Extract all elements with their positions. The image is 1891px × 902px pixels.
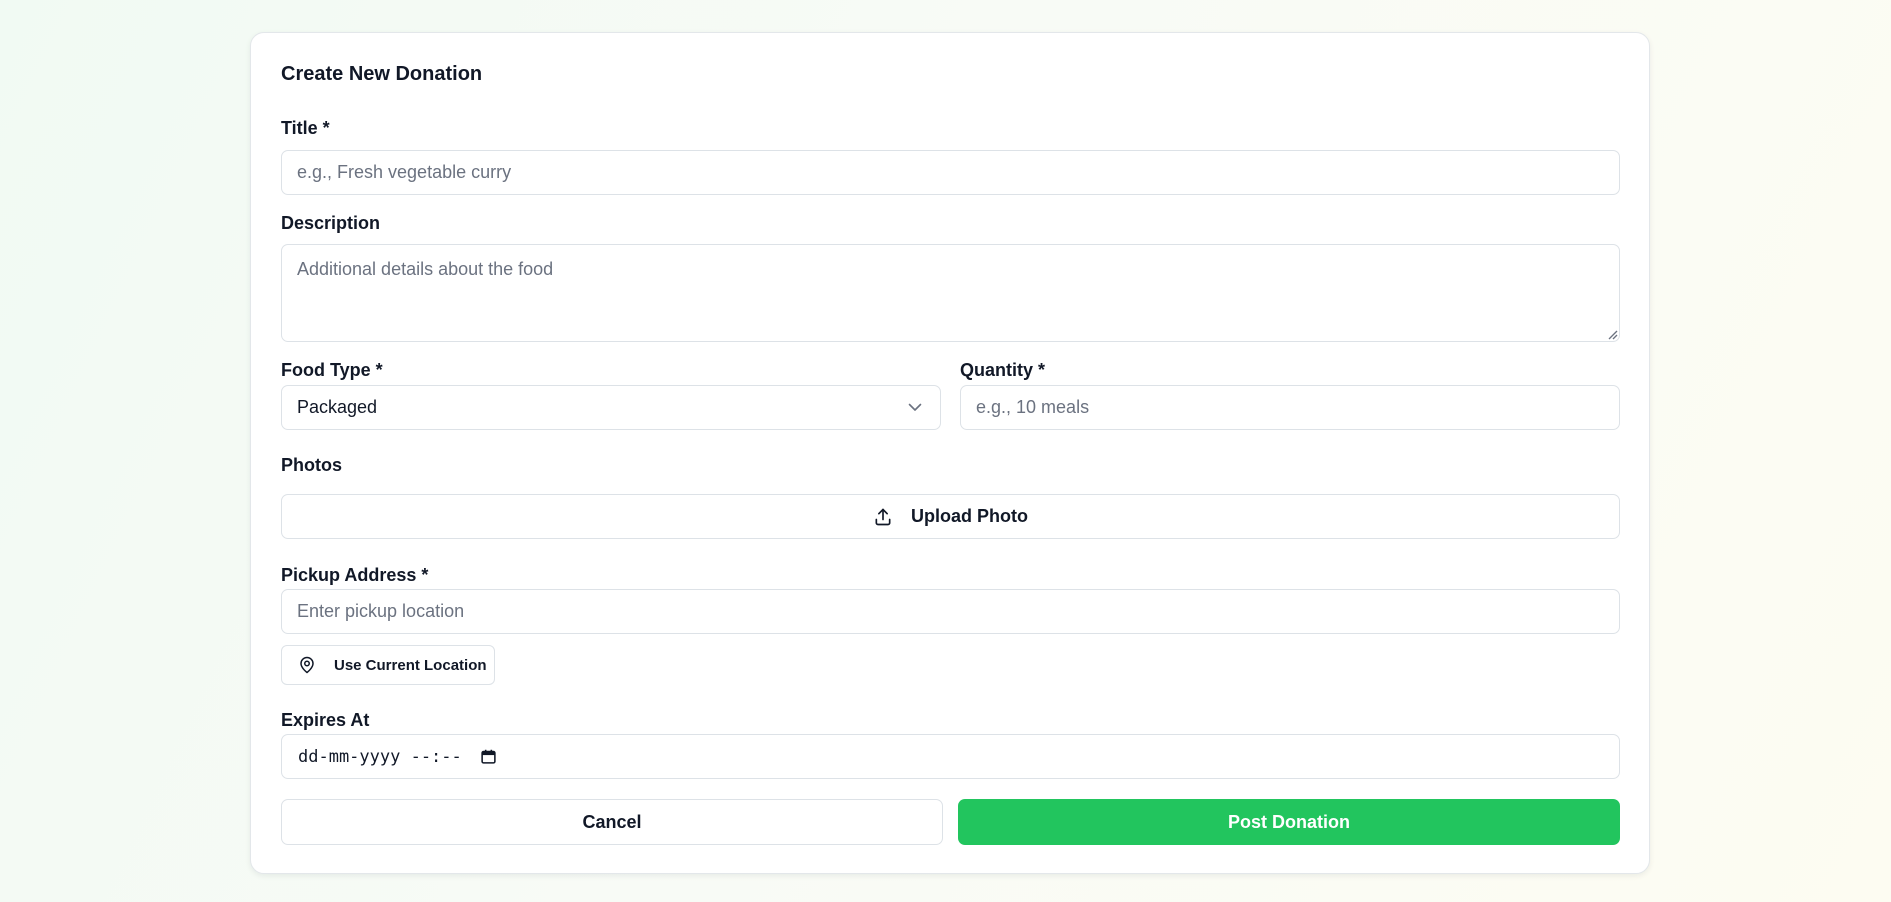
pickup-address-input[interactable] [281,589,1620,634]
cancel-button[interactable]: Cancel [281,799,943,845]
use-current-location-button[interactable]: Use Current Location [281,645,495,685]
upload-photo-button[interactable]: Upload Photo [281,494,1620,539]
expires-at-label: Expires At [281,710,370,730]
food-type-selected-value: Packaged [297,397,378,417]
resize-handle-icon[interactable] [1606,328,1618,340]
quantity-input[interactable] [960,385,1620,430]
pickup-address-label: Pickup Address * [281,565,429,585]
description-field-label: Description [281,213,381,233]
title-input[interactable] [281,150,1620,195]
upload-photo-label: Upload Photo [911,506,1028,526]
post-donation-button[interactable]: Post Donation [958,799,1620,845]
food-type-select[interactable]: Packaged [281,385,941,430]
expires-at-placeholder: dd-mm-yyyy --:-- [298,746,462,767]
quantity-label: Quantity * [960,360,1046,380]
photos-label: Photos [281,455,342,475]
map-pin-icon [300,656,314,674]
title-field-label: Title * [281,118,330,138]
form-title: Create New Donation [281,63,483,85]
expires-at-datetime-input[interactable]: dd-mm-yyyy --:-- [281,734,1620,779]
description-textarea[interactable] [281,244,1620,342]
calendar-icon[interactable] [480,748,497,765]
create-donation-card: Create New Donation Title * Description … [250,32,1650,874]
use-current-location-label: Use Current Location [334,656,487,674]
description-wrapper [281,244,1620,342]
upload-icon [875,508,891,525]
chevron-down-icon [908,403,922,411]
food-type-label: Food Type * [281,360,383,380]
